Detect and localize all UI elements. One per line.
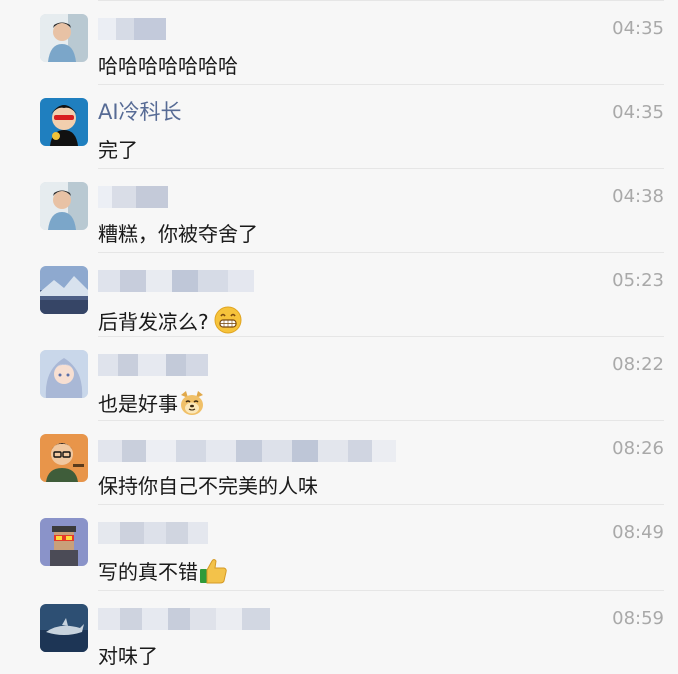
timestamp: 08:59 [612, 608, 664, 629]
timestamp: 04:35 [612, 18, 664, 39]
person-avatar[interactable] [40, 14, 88, 62]
comment-text-content: 也是好事 [98, 392, 178, 416]
caricature-avatar[interactable] [40, 434, 88, 482]
comment-text: 糟糕，你被夺舍了 [98, 222, 258, 246]
comment-item[interactable]: 04:38 糟糕，你被夺舍了 [0, 168, 678, 252]
comment-list: 04:35 哈哈哈哈哈哈哈 AI冷科长 04:35 完了 04:38 糟糕，你被… [0, 0, 678, 671]
blurred-username [98, 440, 396, 464]
timestamp: 04:35 [612, 102, 664, 123]
comment-text-content: 后背发凉么? [98, 310, 209, 334]
comment-text: 写的真不错 [98, 557, 228, 591]
comment-item[interactable]: 08:59 对味了 [0, 590, 678, 674]
blurred-username [98, 354, 208, 378]
comment-text: 对味了 [98, 644, 158, 668]
divider [98, 252, 664, 253]
blurred-username [98, 608, 270, 632]
cartoon-avatar[interactable] [40, 98, 88, 146]
timestamp: 08:49 [612, 522, 664, 543]
comment-item[interactable]: 08:26 保持你自己不完美的人味 [0, 420, 678, 504]
anime-girl-avatar[interactable] [40, 350, 88, 398]
timestamp: 05:23 [612, 270, 664, 291]
divider [98, 0, 664, 1]
comment-item[interactable]: 04:35 哈哈哈哈哈哈哈 [0, 0, 678, 84]
divider [98, 168, 664, 169]
thumbs-up-emoji [198, 557, 228, 591]
blurred-username [98, 270, 254, 294]
blurred-username [98, 522, 208, 546]
comment-text: 完了 [98, 138, 138, 162]
timestamp: 04:38 [612, 186, 664, 207]
person-avatar[interactable] [40, 182, 88, 230]
blurred-username [98, 18, 166, 42]
pixel-avatar[interactable] [40, 518, 88, 566]
comment-item[interactable]: 05:23 后背发凉么? [0, 252, 678, 336]
timestamp: 08:26 [612, 438, 664, 459]
comment-text-content: 写的真不错 [98, 560, 198, 584]
comment-text: 也是好事 [98, 389, 206, 423]
comment-text: 保持你自己不完美的人味 [98, 474, 318, 498]
comment-item[interactable]: 08:22 也是好事 [0, 336, 678, 420]
doge-emoji [178, 389, 206, 423]
divider [98, 420, 664, 421]
divider [98, 84, 664, 85]
username[interactable]: AI冷科长 [98, 100, 182, 124]
comment-text: 哈哈哈哈哈哈哈 [98, 54, 238, 78]
divider [98, 504, 664, 505]
comment-item[interactable]: 08:49 写的真不错 [0, 504, 678, 588]
timestamp: 08:22 [612, 354, 664, 375]
comment-item[interactable]: AI冷科长 04:35 完了 [0, 84, 678, 168]
divider [98, 590, 664, 591]
divider [98, 336, 664, 337]
shark-avatar[interactable] [40, 604, 88, 652]
blurred-username [98, 186, 168, 210]
landscape-avatar[interactable] [40, 266, 88, 314]
